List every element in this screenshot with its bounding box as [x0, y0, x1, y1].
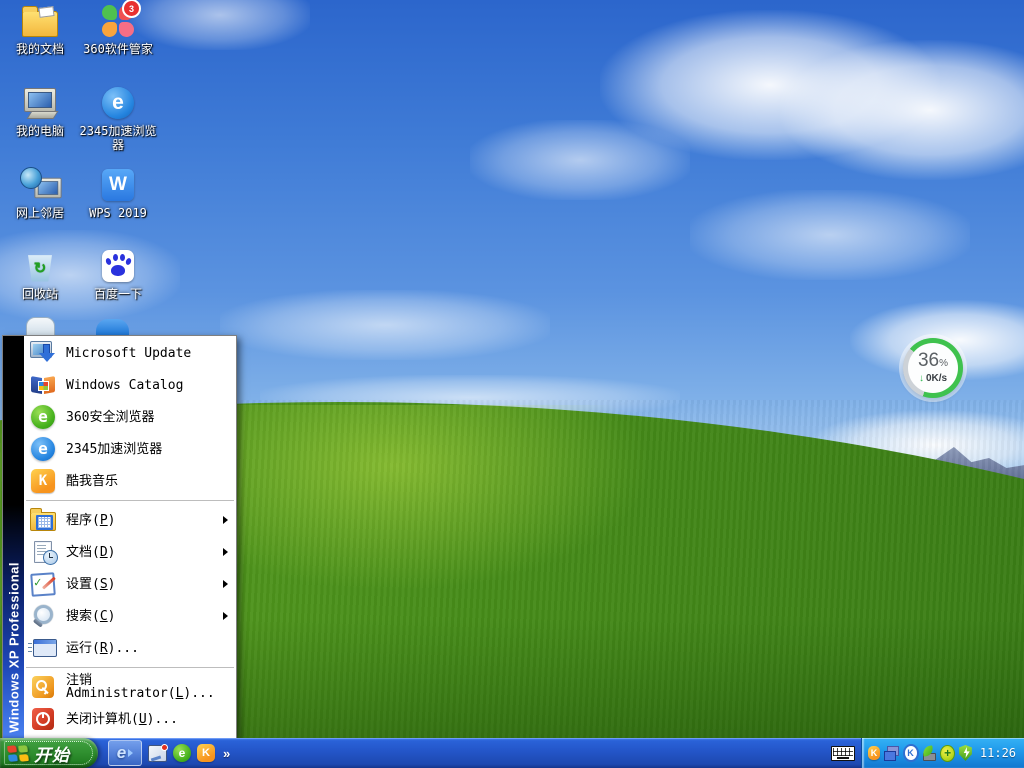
desktop-screen: 我的文档 3 360软件管家 我的电脑 e 2345加速浏览器 网上邻居 W W… [0, 0, 1024, 768]
menu-item-windows-catalog[interactable]: Windows Catalog [24, 369, 236, 401]
kuwo-music-icon: K [29, 468, 57, 494]
baidu-search-icon [100, 249, 136, 283]
icon-label: 网上邻居 [16, 206, 64, 220]
partial-desktop-icon[interactable] [96, 319, 129, 335]
menu-item-microsoft-update[interactable]: Microsoft Update [24, 337, 236, 369]
settings-icon: ✓ [29, 571, 57, 597]
desktop-icon-my-documents[interactable]: 我的文档 [0, 4, 80, 56]
menu-item-run[interactable]: 运行(R)... [24, 632, 236, 664]
quick-launch-bar: e e K » [104, 738, 230, 768]
menu-item-documents[interactable]: 文档(D) [24, 536, 236, 568]
desktop-icon-2345-browser[interactable]: e 2345加速浏览器 [78, 86, 158, 152]
menu-item-settings[interactable]: ✓ 设置(S) [24, 568, 236, 600]
search-icon [29, 603, 57, 629]
tray-kuwo-icon[interactable]: K [868, 746, 880, 760]
tray-network-icon[interactable] [884, 746, 899, 761]
start-button-label: 开始 [34, 741, 70, 766]
recycle-bin-icon: ↻ [22, 249, 58, 283]
2345-browser-icon: e [100, 86, 136, 120]
desktop-icon-baidu-search[interactable]: 百度一下 [78, 249, 158, 301]
start-menu-banner: Windows XP Professional [3, 336, 24, 738]
menu-item-shut-down[interactable]: 关闭计算机(U)... [24, 703, 236, 735]
windows-catalog-icon [29, 372, 57, 398]
icon-label: 2345加速浏览器 [80, 124, 157, 152]
cloud [470, 120, 690, 200]
quick-launch-ie[interactable]: e [108, 740, 142, 766]
360-software-manager-icon: 3 [100, 4, 136, 38]
icon-label: 360软件管家 [83, 42, 153, 56]
menu-separator [26, 667, 234, 668]
360-browser-icon: e [29, 404, 57, 430]
icon-label: 回收站 [22, 287, 58, 301]
run-icon [29, 635, 57, 661]
input-method-keyboard-icon[interactable] [831, 746, 855, 761]
network-places-icon [22, 168, 58, 202]
icon-label: 我的文档 [16, 42, 64, 56]
show-desktop-icon[interactable] [148, 745, 167, 762]
menu-separator [26, 500, 234, 501]
360-float-ball-widget[interactable]: 36% ↓0K/s [903, 338, 963, 398]
programs-icon [29, 507, 57, 533]
quick-launch-360-browser[interactable]: e [173, 744, 191, 762]
documents-icon [29, 539, 57, 565]
start-button[interactable]: 开始 [0, 738, 98, 768]
cloud [780, 40, 1024, 180]
icon-label: WPS 2019 [89, 206, 147, 220]
menu-item-log-off[interactable]: 注销 Administrator(L)... [24, 671, 236, 703]
start-menu: Windows XP Professional Microsoft Update… [2, 335, 237, 739]
cloud [690, 190, 970, 280]
shut-down-power-icon [29, 706, 57, 732]
cloud [220, 290, 550, 360]
submenu-arrow-icon [223, 612, 228, 620]
tray-clock[interactable]: 11:26 [980, 746, 1016, 760]
desktop-icon-network-places[interactable]: 网上邻居 [0, 168, 80, 220]
banner-text: Windows XP Professional [6, 562, 21, 733]
tray-security-shield-icon[interactable] [959, 745, 972, 761]
menu-item-360-browser[interactable]: e 360安全浏览器 [24, 401, 236, 433]
notification-badge: 3 [122, 0, 141, 18]
down-arrow-icon: ↓ [919, 373, 924, 384]
my-computer-icon [22, 86, 58, 120]
windows-flag-icon [7, 744, 29, 763]
wps-2019-icon: W [100, 168, 136, 202]
icon-label: 百度一下 [94, 287, 142, 301]
desktop-icon-360-software-manager[interactable]: 3 360软件管家 [78, 4, 158, 56]
tray-k-circle-icon[interactable]: K [903, 744, 919, 762]
launch-arrow-icon [128, 749, 133, 757]
my-documents-icon [22, 4, 58, 38]
icon-label: 我的电脑 [16, 124, 64, 138]
desktop-icon-wps-2019[interactable]: W WPS 2019 [78, 168, 158, 220]
tray-input-sprout-icon[interactable] [923, 746, 937, 761]
system-tray: K K + 11:26 [861, 738, 1024, 768]
submenu-arrow-icon [223, 580, 228, 588]
menu-item-search[interactable]: 搜索(C) [24, 600, 236, 632]
desktop-icon-recycle-bin[interactable]: ↻ 回收站 [0, 249, 80, 301]
microsoft-update-icon [29, 340, 57, 366]
start-menu-list: Microsoft Update Windows Catalog e 360安全… [24, 336, 236, 738]
quick-launch-chevron[interactable]: » [223, 746, 230, 761]
menu-item-kuwo-music[interactable]: K 酷我音乐 [24, 465, 236, 497]
quick-launch-kuwo[interactable]: K [197, 744, 215, 762]
download-speed: ↓0K/s [919, 373, 947, 385]
usage-percent: 36% [918, 352, 948, 373]
partial-desktop-icon[interactable] [26, 317, 55, 336]
2345-browser-icon: e [29, 436, 57, 462]
taskbar: 开始 e e K » K K + 11:26 [0, 738, 1024, 768]
submenu-arrow-icon [223, 516, 228, 524]
tray-360-plus-icon[interactable]: + [940, 745, 955, 762]
menu-item-programs[interactable]: 程序(P) [24, 504, 236, 536]
submenu-arrow-icon [223, 548, 228, 556]
log-off-key-icon [29, 674, 57, 700]
widget-face: 36% ↓0K/s [908, 343, 958, 393]
menu-item-2345-browser[interactable]: e 2345加速浏览器 [24, 433, 236, 465]
desktop-icon-my-computer[interactable]: 我的电脑 [0, 86, 80, 138]
